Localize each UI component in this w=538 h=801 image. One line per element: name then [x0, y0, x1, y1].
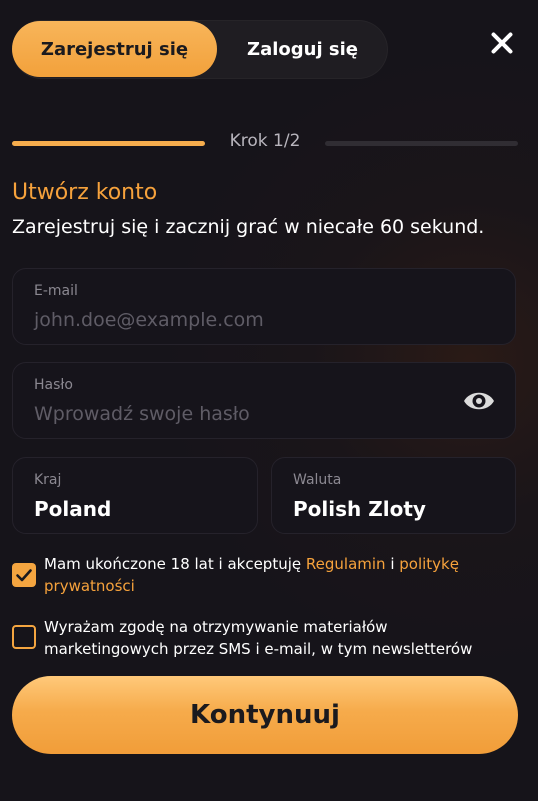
email-label: E-mail [34, 283, 78, 299]
password-label: Hasło [34, 377, 73, 393]
currency-value: Polish Zloty [293, 497, 426, 521]
page-title: Utwórz konto [12, 180, 158, 205]
country-select[interactable]: Kraj Poland [12, 457, 258, 534]
progress-step-2 [325, 141, 518, 146]
terms-checkbox[interactable] [12, 563, 36, 587]
email-field[interactable]: E-mail john.doe@example.com [12, 268, 516, 345]
country-label: Kraj [34, 472, 62, 488]
step-indicator: Krok 1/2 [229, 131, 301, 151]
terms-text: Mam ukończone 18 lat i akceptuję Regulam… [44, 553, 514, 597]
auth-tabs: Zarejestruj się Zaloguj się [12, 20, 388, 79]
page-subtitle: Zarejestruj się i zacznij grać w niecałe… [12, 216, 485, 238]
currency-label: Waluta [293, 472, 342, 488]
continue-button[interactable]: Kontynuuj [12, 676, 518, 754]
country-value: Poland [34, 497, 112, 521]
terms-text-mid: i [385, 555, 400, 573]
progress-step-1 [12, 141, 205, 146]
password-placeholder: Wprowadź swoje hasło [34, 403, 250, 425]
tab-register[interactable]: Zarejestruj się [12, 21, 217, 77]
eye-icon[interactable] [463, 388, 495, 414]
marketing-consent-text: Wyrażam zgodę na otrzymywanie materiałów… [44, 618, 473, 658]
terms-link[interactable]: Regulamin [306, 555, 386, 573]
tab-login[interactable]: Zaloguj się [217, 21, 388, 77]
close-icon[interactable] [488, 29, 516, 57]
currency-select[interactable]: Waluta Polish Zloty [271, 457, 516, 534]
email-placeholder: john.doe@example.com [34, 309, 264, 331]
checkmark-icon [16, 569, 32, 582]
marketing-checkbox[interactable] [12, 625, 36, 649]
password-field[interactable]: Hasło Wprowadź swoje hasło [12, 362, 516, 439]
terms-text-before: Mam ukończone 18 lat i akceptuję [44, 555, 306, 573]
